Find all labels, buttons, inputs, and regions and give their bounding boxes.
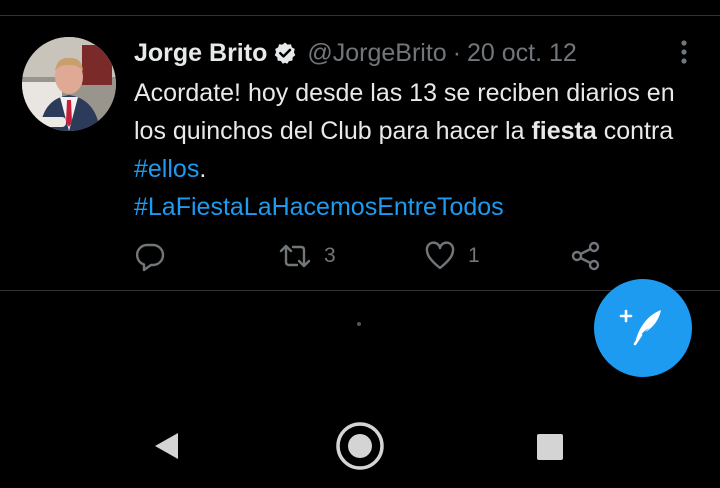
home-circle-icon[interactable] <box>334 420 386 477</box>
share-button[interactable] <box>570 236 602 276</box>
hashtag-ellos[interactable]: #ellos <box>134 155 199 183</box>
avatar[interactable] <box>22 37 116 131</box>
tweet-text-bold: fiesta <box>531 117 597 145</box>
like-button[interactable]: 1 <box>424 236 480 276</box>
share-icon <box>570 240 602 272</box>
back-triangle-icon[interactable] <box>152 430 180 467</box>
tweet-actions: 3 1 <box>134 236 614 276</box>
retweet-count: 3 <box>324 244 336 267</box>
like-count: 1 <box>468 244 480 267</box>
loading-dot <box>357 322 361 326</box>
tweet-header: Jorge Brito @JorgeBrito · 20 oct. 12 <box>134 36 577 70</box>
tweet-text-part3: . <box>199 155 207 183</box>
tweet-text: Acordate! hoy desde las 13 se reciben di… <box>134 74 704 226</box>
recents-square-icon[interactable] <box>536 433 564 466</box>
retweet-icon <box>278 240 312 272</box>
header-separator: · <box>452 38 462 67</box>
heart-icon <box>424 240 456 272</box>
tweet-text-part2: contra <box>596 117 674 145</box>
verified-badge-icon <box>273 41 297 65</box>
android-nav-bar <box>0 400 720 488</box>
compose-tweet-icon <box>619 302 667 355</box>
tweet-date[interactable]: 20 oct. 12 <box>467 39 577 68</box>
reply-icon <box>134 240 166 272</box>
hashtag-lafiesta[interactable]: #LaFiestaLaHacemosEntreTodos <box>134 193 504 221</box>
retweet-button[interactable]: 3 <box>278 236 336 276</box>
more-vertical-icon[interactable] <box>674 38 694 66</box>
author-handle[interactable]: @JorgeBrito <box>307 39 446 68</box>
reply-button[interactable] <box>134 236 178 276</box>
author-name[interactable]: Jorge Brito <box>134 39 267 68</box>
compose-tweet-button[interactable] <box>594 279 692 377</box>
top-divider <box>0 15 720 16</box>
